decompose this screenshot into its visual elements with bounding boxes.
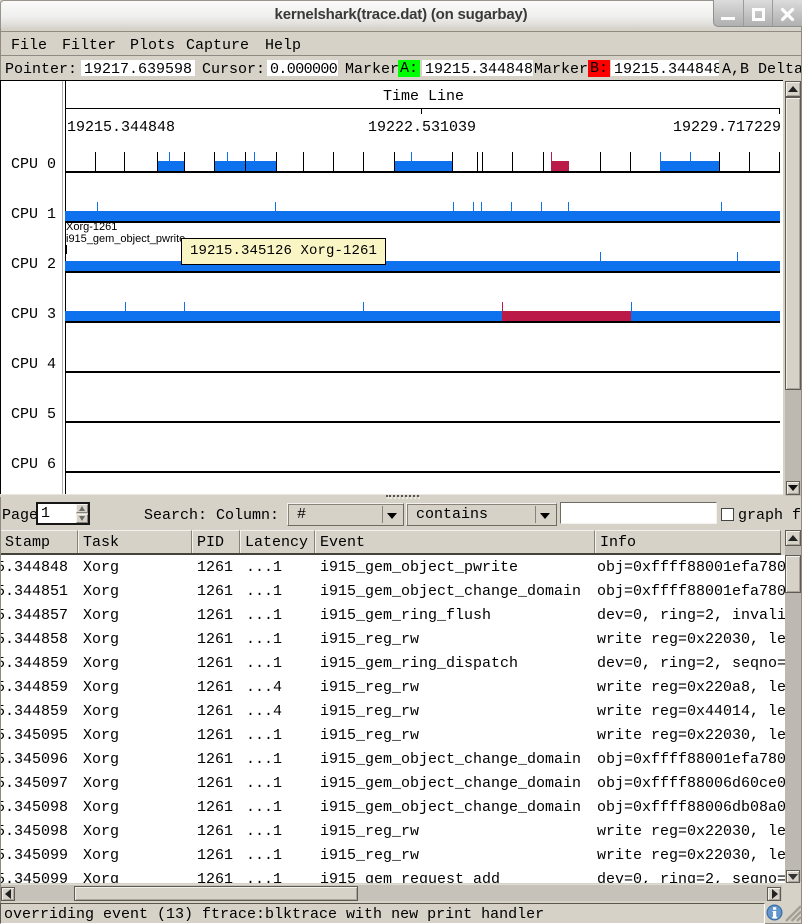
svg-text:CPU 6: CPU 6: [11, 456, 56, 473]
svg-text:CPU 1: CPU 1: [11, 206, 56, 223]
svg-text:Time Line: Time Line: [383, 88, 464, 105]
svg-text:19222.531039: 19222.531039: [368, 119, 476, 136]
svg-text:19215.344848: 19215.344848: [67, 119, 175, 136]
svg-text:CPU 2: CPU 2: [11, 256, 56, 273]
svg-text:CPU 0: CPU 0: [11, 156, 56, 173]
svg-text:CPU 4: CPU 4: [11, 356, 56, 373]
svg-text:CPU 3: CPU 3: [11, 306, 56, 323]
svg-text:CPU 5: CPU 5: [11, 406, 56, 423]
svg-text:19229.717229: 19229.717229: [673, 119, 781, 136]
